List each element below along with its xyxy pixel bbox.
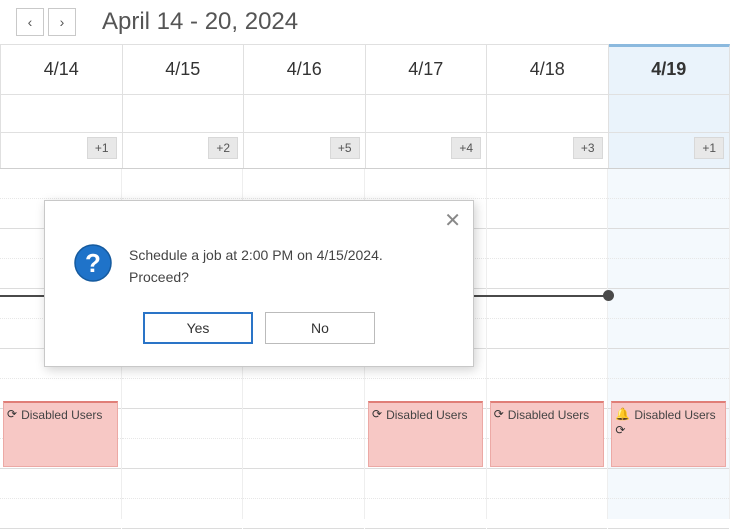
overflow-badge[interactable]: +1 — [694, 137, 724, 159]
overflow-badge[interactable]: +4 — [451, 137, 481, 159]
calendar-event[interactable]: ⟳ Disabled Users — [368, 401, 483, 467]
overflow-cell: +1 — [609, 133, 730, 168]
yes-button[interactable]: Yes — [143, 312, 253, 344]
day-header[interactable]: 4/16 — [244, 45, 366, 94]
overflow-badge[interactable]: +1 — [87, 137, 117, 159]
day-header[interactable]: 4/14 — [0, 45, 123, 94]
calendar-event[interactable]: 🔔 ⟳ Disabled Users — [611, 401, 726, 467]
calendar-event[interactable]: ⟳ Disabled Users — [490, 401, 605, 467]
confirm-dialog: ✕ ? Schedule a job at 2:00 PM on 4/15/20… — [44, 200, 474, 367]
allday-cell[interactable] — [609, 95, 730, 132]
overflow-badge[interactable]: +2 — [208, 137, 238, 159]
day-header[interactable]: 4/17 — [366, 45, 488, 94]
day-header[interactable]: 4/15 — [123, 45, 245, 94]
event-label: Disabled Users — [386, 407, 467, 423]
date-range-title: April 14 - 20, 2024 — [102, 8, 298, 36]
calendar-header: ‹ › April 14 - 20, 2024 — [0, 0, 730, 44]
day-header[interactable]: 4/19 — [609, 44, 730, 94]
close-icon[interactable]: ✕ — [444, 211, 461, 231]
dialog-message-line: Proceed? — [129, 267, 383, 289]
allday-cell[interactable] — [366, 95, 488, 132]
allday-cell[interactable] — [0, 95, 123, 132]
event-label: Disabled Users — [634, 407, 715, 423]
overflow-cell: +2 — [123, 133, 245, 168]
allday-row — [0, 95, 730, 133]
overflow-cell: +3 — [487, 133, 609, 168]
day-header[interactable]: 4/18 — [487, 45, 609, 94]
allday-cell[interactable] — [244, 95, 366, 132]
overflow-count-row: +1 +2 +5 +4 +3 +1 — [0, 133, 730, 169]
overflow-cell: +1 — [0, 133, 123, 168]
calendar-event[interactable]: ⟳ Disabled Users — [3, 401, 118, 467]
event-label: Disabled Users — [508, 407, 589, 423]
refresh-icon: ⟳ — [494, 408, 504, 420]
refresh-icon: ⟳ — [7, 408, 17, 420]
question-icon: ? — [73, 243, 113, 283]
overflow-cell: +5 — [244, 133, 366, 168]
prev-week-button[interactable]: ‹ — [16, 8, 44, 36]
next-week-button[interactable]: › — [48, 8, 76, 36]
overflow-cell: +4 — [366, 133, 488, 168]
no-button[interactable]: No — [265, 312, 375, 344]
allday-cell[interactable] — [123, 95, 245, 132]
svg-text:?: ? — [85, 248, 101, 278]
overflow-badge[interactable]: +3 — [573, 137, 603, 159]
current-time-dot — [603, 290, 614, 301]
event-label: Disabled Users — [21, 407, 102, 423]
refresh-icon: ⟳ — [615, 424, 630, 436]
overflow-badge[interactable]: +5 — [330, 137, 360, 159]
grid-column[interactable]: 🔔 ⟳ Disabled Users — [608, 169, 730, 519]
day-header-row: 4/144/154/164/174/184/19 — [0, 44, 730, 95]
allday-cell[interactable] — [487, 95, 609, 132]
refresh-icon: ⟳ — [372, 408, 382, 420]
grid-column[interactable]: ⟳ Disabled Users — [487, 169, 609, 519]
bell-icon: 🔔 — [615, 408, 630, 420]
dialog-message-line: Schedule a job at 2:00 PM on 4/15/2024. — [129, 245, 383, 267]
dialog-message: Schedule a job at 2:00 PM on 4/15/2024. … — [129, 243, 383, 288]
